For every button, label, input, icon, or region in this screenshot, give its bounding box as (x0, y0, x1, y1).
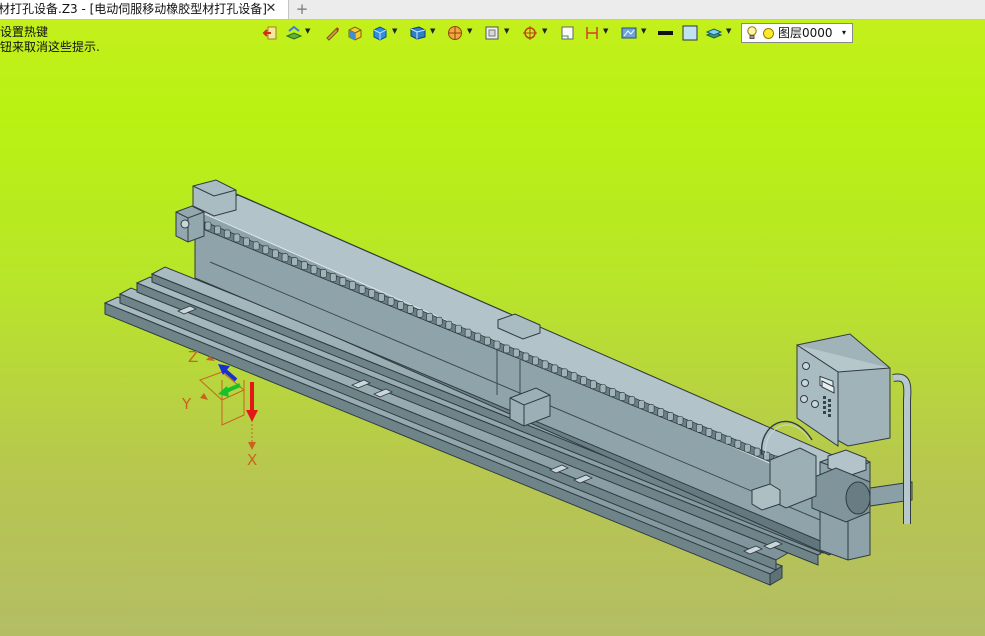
chevron-down-icon[interactable]: ▾ (842, 24, 846, 42)
render-icon[interactable] (621, 25, 637, 41)
exit-icon[interactable] (262, 25, 278, 41)
target-icon[interactable] (522, 25, 538, 41)
layer-dropdown-icon[interactable]: ▼ (726, 28, 733, 35)
zoom-frame-icon[interactable] (484, 25, 500, 41)
layer-color-icon[interactable] (763, 28, 774, 39)
target-dropdown-icon[interactable]: ▼ (542, 28, 549, 35)
hint-line-1: 设置热键 (0, 25, 49, 39)
view-dropdown-icon[interactable]: ▼ (430, 28, 437, 35)
document-tab-title: 材打孔设备.Z3 - [电动伺服移动橡胶型材打孔设备] (0, 2, 267, 16)
new-tab-icon[interactable]: + (294, 0, 310, 19)
tab-bar: 材打孔设备.Z3 - [电动伺服移动橡胶型材打孔设备] ✕ + (0, 0, 985, 20)
zoom-dropdown-icon[interactable]: ▼ (504, 28, 511, 35)
dimension-dropdown-icon[interactable]: ▼ (603, 28, 610, 35)
shaded-cube-icon[interactable] (347, 25, 363, 41)
axis-label-y: Y (182, 395, 192, 413)
lightbulb-icon[interactable] (746, 26, 758, 40)
document-tab[interactable]: 材打孔设备.Z3 - [电动伺服移动橡胶型材打孔设备] ✕ (0, 0, 289, 19)
pen-icon[interactable] (324, 25, 340, 41)
dimension-icon[interactable] (584, 25, 600, 41)
axis-label-x: X (247, 451, 258, 469)
workplane-dropdown-icon[interactable]: ▼ (305, 28, 312, 35)
line-style-icon[interactable] (657, 25, 673, 41)
close-tab-icon[interactable]: ✕ (264, 0, 278, 19)
solid-cube-icon[interactable] (372, 25, 388, 41)
layer-stack-icon[interactable] (706, 25, 722, 41)
solid-dropdown-icon[interactable]: ▼ (392, 28, 399, 35)
color-swatch-icon[interactable] (682, 25, 698, 41)
section-dropdown-icon[interactable]: ▼ (467, 28, 474, 35)
layer-select[interactable]: 图层0000 ▾ (741, 23, 853, 43)
layer-name: 图层0000 (778, 26, 833, 40)
3d-viewport[interactable]: Z Y X (0, 46, 985, 636)
axis-label-z: Z (188, 348, 199, 366)
axis-triad (199, 356, 258, 450)
workplane-icon[interactable] (286, 25, 302, 41)
render-dropdown-icon[interactable]: ▼ (641, 28, 648, 35)
section-view-icon[interactable] (447, 25, 463, 41)
sheet-icon[interactable] (559, 25, 575, 41)
view-orientation-icon[interactable] (410, 25, 426, 41)
